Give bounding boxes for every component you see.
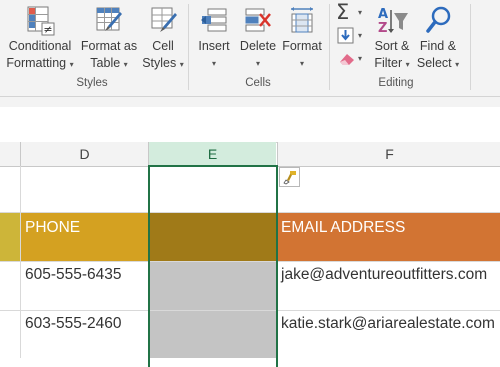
insert-cells-icon [201, 8, 227, 32]
delete-label: Delete [239, 39, 277, 53]
conditional-formatting-button[interactable]: ≠ Conditional Formatting ▾ [4, 4, 76, 73]
styles-group-label: Styles [76, 77, 108, 89]
conditional-formatting-icon: ≠ [27, 6, 55, 36]
format-as-table-icon [96, 7, 122, 31]
svg-text:≠: ≠ [43, 23, 52, 36]
chevron-down-icon: ▾ [123, 60, 128, 69]
sort-filter-icon: A Z [378, 7, 408, 36]
clear-button[interactable]: ▾ [334, 50, 366, 70]
chevron-down-icon: ▾ [179, 60, 184, 69]
format-as-table-button[interactable]: Format as Table ▾ [77, 4, 141, 73]
sort-filter-label-1: Sort & [374, 39, 410, 53]
column-header-left-edge[interactable] [0, 142, 21, 167]
group-divider [470, 4, 471, 90]
autosum-button[interactable]: Σ ▾ [334, 0, 366, 24]
fill-button[interactable]: ▾ [334, 27, 366, 47]
ribbon-gap [0, 97, 500, 107]
phone-cell[interactable]: 603-555-2460 [21, 311, 149, 358]
sort-filter-button[interactable]: A Z Sort & Filter ▾ [370, 4, 414, 73]
find-select-label-1: Find & [419, 39, 457, 53]
cells-group-label: Cells [245, 77, 271, 89]
format-cells-icon [291, 7, 313, 33]
find-select-button[interactable]: Find & Select ▾ [414, 4, 462, 73]
svg-text:A: A [378, 7, 388, 22]
format-label: Format [282, 39, 322, 53]
chevron-down-icon: ▾ [299, 59, 304, 68]
delete-button[interactable]: Delete ▾ [236, 4, 280, 72]
chevron-down-icon: ▾ [405, 60, 410, 69]
column-selection-border [148, 165, 278, 367]
phone-header-cell[interactable]: PHONE [21, 213, 149, 261]
column-header-d[interactable]: D [21, 142, 149, 167]
delete-cells-icon [245, 8, 271, 32]
ribbon: ≠ Conditional Formatting ▾ Format as Tab… [0, 0, 500, 97]
insert-label: Insert [198, 39, 230, 53]
format-painter-icon [283, 171, 296, 185]
format-as-table-label-1: Format as [80, 39, 138, 53]
email-header-cell[interactable]: EMAIL ADDRESS [277, 213, 500, 261]
format-as-table-label-2: Table [90, 56, 121, 70]
cell-styles-label-2: Styles [142, 56, 177, 70]
conditional-formatting-label-1: Conditional [8, 39, 72, 53]
search-icon [426, 6, 451, 33]
fill-down-icon [337, 27, 354, 44]
chevron-down-icon: ▾ [358, 8, 363, 17]
sort-filter-label-2: Filter [374, 56, 403, 70]
cell-styles-label-1: Cell [152, 39, 174, 53]
svg-text:Z: Z [378, 21, 387, 36]
row-stub-cell[interactable] [0, 213, 20, 261]
column-header-e[interactable]: E [149, 142, 276, 167]
column-header-f[interactable]: F [277, 142, 500, 167]
paste-options-button[interactable] [279, 167, 300, 187]
autosum-icon: Σ [336, 0, 350, 24]
chevron-down-icon: ▾ [455, 60, 460, 69]
chevron-down-icon: ▾ [358, 54, 363, 63]
cell-styles-icon [151, 7, 177, 32]
eraser-icon [340, 54, 354, 65]
email-cell[interactable]: katie.stark@ariarealestate.com [277, 311, 500, 358]
group-divider [329, 4, 330, 90]
chevron-down-icon: ▾ [255, 59, 260, 68]
chevron-down-icon: ▾ [358, 31, 363, 40]
email-cell[interactable]: jake@adventureoutfitters.com [277, 262, 500, 310]
format-button[interactable]: Format ▾ [280, 4, 324, 72]
cell-styles-button[interactable]: Cell Styles ▾ [141, 4, 185, 73]
find-select-label-2: Select [416, 56, 452, 70]
phone-cell[interactable]: 605-555-6435 [21, 262, 149, 310]
chevron-down-icon: ▾ [211, 59, 216, 68]
editing-group-label: Editing [378, 77, 414, 89]
insert-button[interactable]: Insert ▾ [194, 4, 234, 72]
conditional-formatting-label-2: Formatting [6, 56, 67, 70]
group-divider [188, 4, 189, 90]
chevron-down-icon: ▾ [69, 60, 74, 69]
